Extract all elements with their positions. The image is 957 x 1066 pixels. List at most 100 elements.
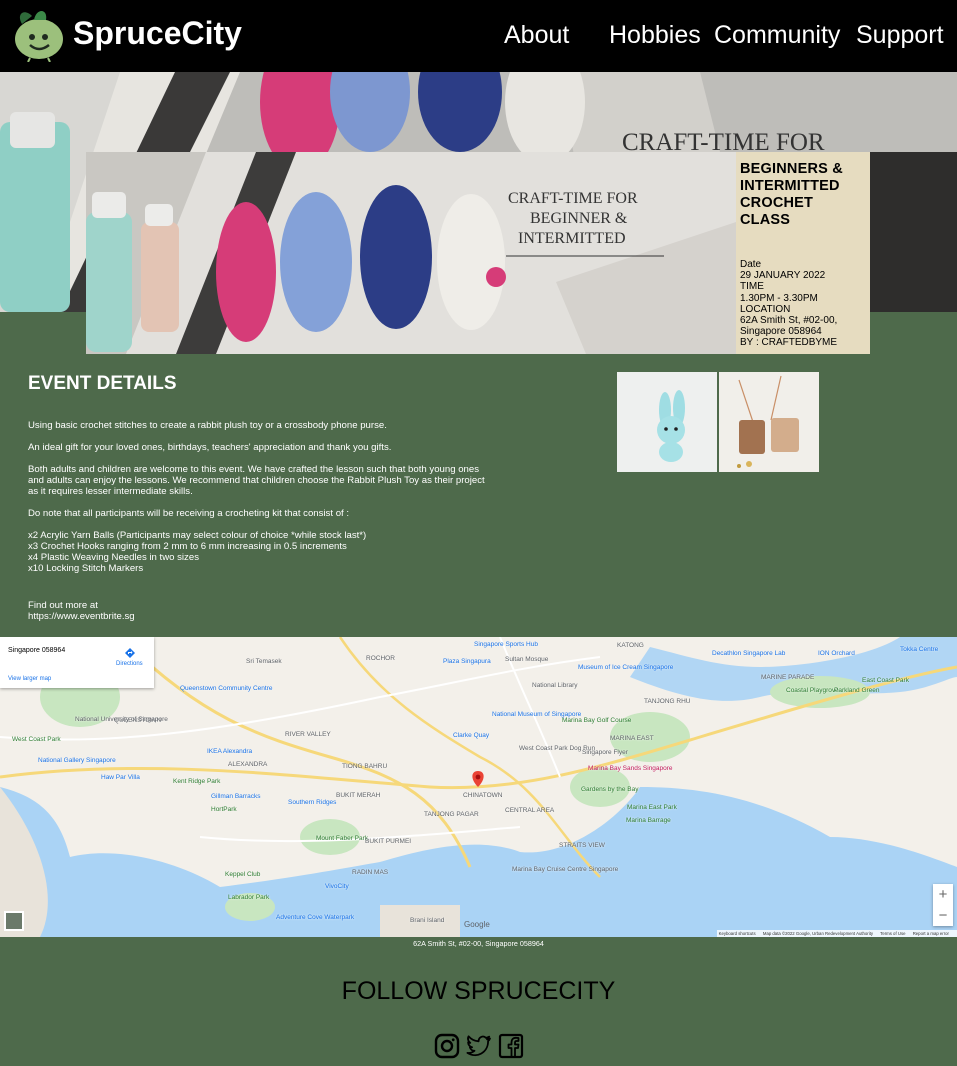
map-data-credit: Map data ©2022 Google, Urban Redevelopme… [762, 931, 874, 936]
event-location-line-1: 62A Smith St, #02-00, [740, 315, 838, 327]
map-place-label[interactable]: Museum of Ice Cream Singapore [578, 664, 673, 671]
nav-community[interactable]: Community [714, 21, 840, 50]
event-date: 29 JANUARY 2022 [740, 270, 826, 282]
event-description-3: Both adults and children are welcome to … [28, 464, 485, 497]
map-place-label[interactable]: Sri Temasek [246, 658, 282, 665]
google-logo: Google [464, 920, 490, 929]
find-out-more: Find out more at https://www.eventbrite.… [28, 600, 488, 622]
view-larger-map-link[interactable]: View larger map [8, 676, 51, 682]
map-place-label[interactable]: Southern Ridges [288, 799, 336, 806]
map-place-label[interactable]: RADIN MAS [352, 869, 388, 876]
map-place-label[interactable]: Parkland Green [834, 687, 880, 694]
nav-hobbies[interactable]: Hobbies [609, 21, 701, 50]
map-place-label[interactable]: National Library [532, 682, 578, 689]
map-place-label[interactable]: Brani Island [410, 917, 444, 924]
map-place-label[interactable]: STRAITS VIEW [559, 842, 605, 849]
nav-about[interactable]: About [504, 21, 569, 50]
terms-of-use-link[interactable]: Terms of Use [880, 931, 905, 936]
kit-item: x10 Locking Stitch Markers [28, 563, 144, 574]
event-organizer: BY : CRAFTEDBYME [740, 337, 838, 349]
kit-item: x3 Crochet Hooks ranging from 2 mm to 6 … [28, 541, 347, 552]
map-place-label[interactable]: National University of Singapore [75, 716, 168, 723]
map-place-label[interactable]: CENTRAL AREA [505, 807, 554, 814]
directions-icon[interactable] [125, 648, 135, 658]
satellite-toggle-button[interactable] [4, 911, 24, 931]
map-place-label[interactable]: Singapore Sports Hub [474, 641, 538, 648]
location-label: LOCATION [740, 303, 791, 315]
map-place-label[interactable]: MARINA EAST [610, 735, 654, 742]
map-place-label[interactable]: BUKIT MERAH [336, 792, 380, 799]
map-place-label[interactable]: West Coast Park [12, 736, 61, 743]
event-description-2: An ideal gift for your loved ones, birth… [28, 442, 392, 453]
map-place-label[interactable]: East Coast Park [862, 677, 909, 684]
event-description-4: Do note that all participants will be re… [28, 508, 350, 519]
instagram-icon[interactable] [434, 1033, 460, 1059]
directions-link[interactable]: Directions [116, 661, 143, 667]
map-place-label[interactable]: National Gallery Singapore [38, 757, 116, 764]
map-place-label[interactable]: Labrador Park [228, 894, 269, 901]
map-place-label[interactable]: IKEA Alexandra [207, 748, 252, 755]
eventbrite-link[interactable]: https://www.eventbrite.sg [28, 611, 488, 622]
map-place-label[interactable]: VivoCity [325, 883, 349, 890]
phone-purse-thumbnail [719, 372, 819, 472]
map-place-label[interactable]: ALEXANDRA [228, 761, 267, 768]
map-attribution: Keyboard shortcuts Map data ©2022 Google… [716, 930, 957, 937]
map-place-label[interactable]: Marina Bay Sands Singapore [588, 765, 673, 772]
map-place-label[interactable]: ROCHOR [366, 655, 395, 662]
map-place-label[interactable]: Marina East Park [627, 804, 677, 811]
map-place-label[interactable]: Singapore Flyer [582, 749, 628, 756]
map-place-label[interactable]: Coastal Playgrove [786, 687, 839, 694]
map-place-label[interactable]: KATONG [617, 642, 644, 649]
map-place-label[interactable]: Adventure Cove Waterpark [276, 914, 354, 921]
find-out-more-label: Find out more at [28, 600, 98, 611]
map-place-label[interactable]: MARINE PARADE [761, 674, 814, 681]
map-place-label[interactable]: ION Orchard [818, 650, 855, 657]
banner-caption-line-3: INTERMITTED [518, 230, 626, 247]
report-map-error-link[interactable]: Report a map error [913, 931, 949, 936]
social-links [434, 1033, 524, 1061]
map-place-label[interactable]: BUKIT PURMEI [365, 838, 411, 845]
map-place-label[interactable]: Haw Par Villa [101, 774, 140, 781]
facebook-icon[interactable] [498, 1033, 524, 1059]
twitter-icon[interactable] [466, 1033, 492, 1059]
map-place-label[interactable]: TIONG BAHRU [342, 763, 387, 770]
nav-support[interactable]: Support [856, 21, 944, 50]
zoom-out-button[interactable]: − [933, 905, 953, 926]
event-info-panel: BEGINNERS & INTERMITTED CROCHET CLASS Da… [736, 152, 870, 354]
top-navigation-bar: SpruceCity About Hobbies Community Suppo… [0, 0, 957, 72]
map-place-label[interactable]: Plaza Singapura [443, 658, 491, 665]
map-place-label[interactable]: Decathlon Singapore Lab [712, 650, 785, 657]
event-time: 1.30PM - 3.30PM [740, 292, 818, 304]
map-place-label[interactable]: Queenstown Community Centre [180, 685, 273, 692]
map-place-label[interactable]: Gardens by the Bay [581, 786, 638, 793]
map-place-label[interactable]: Marina Bay Golf Course [562, 717, 631, 724]
map-place-label[interactable]: CHINATOWN [463, 792, 502, 799]
map-place-label[interactable]: Keppel Club [225, 871, 260, 878]
map-place-label[interactable]: Tokka Centre [900, 646, 938, 653]
banner-caption-line-2: BEGINNER & [530, 210, 628, 227]
sprucecity-logo-icon[interactable] [12, 6, 66, 62]
map-place-label[interactable]: Marina Barrage [626, 817, 671, 824]
map-place-label[interactable]: Kent Ridge Park [173, 778, 220, 785]
map-place-label[interactable]: TANJONG RHU [644, 698, 690, 705]
zoom-in-button[interactable]: + [933, 884, 953, 905]
map-address-caption: 62A Smith St, #02-00, Singapore 058964 [413, 939, 544, 948]
event-meta: Date 29 JANUARY 2022 TIME 1.30PM - 3.30P… [740, 259, 866, 349]
kit-item: x4 Plastic Weaving Needles in two sizes [28, 552, 199, 563]
event-details-section: EVENT DETAILS Using basic crochet stitch… [28, 373, 488, 622]
rabbit-plush-thumbnail [617, 372, 717, 472]
map-place-label[interactable]: Clarke Quay [453, 732, 489, 739]
keyboard-shortcuts-link[interactable]: Keyboard shortcuts [719, 931, 756, 936]
map-place-label[interactable]: Gillman Barracks [211, 793, 260, 800]
time-label: TIME [740, 281, 764, 293]
map-place-label[interactable]: TANJONG PAGAR [424, 811, 479, 818]
brand-name[interactable]: SpruceCity [73, 15, 242, 52]
date-label: Date [740, 259, 762, 270]
map-info-card: Singapore 058964 Directions View larger … [0, 637, 154, 688]
map-place-label[interactable]: HortPark [211, 806, 237, 813]
map-place-label[interactable]: RIVER VALLEY [285, 731, 331, 738]
location-map[interactable]: Singapore 058964 Directions View larger … [0, 637, 957, 937]
map-place-label[interactable]: Marina Bay Cruise Centre Singapore [512, 866, 618, 873]
map-place-label[interactable]: Sultan Mosque [505, 656, 548, 663]
map-place-label[interactable]: Mount Faber Park [316, 835, 368, 842]
